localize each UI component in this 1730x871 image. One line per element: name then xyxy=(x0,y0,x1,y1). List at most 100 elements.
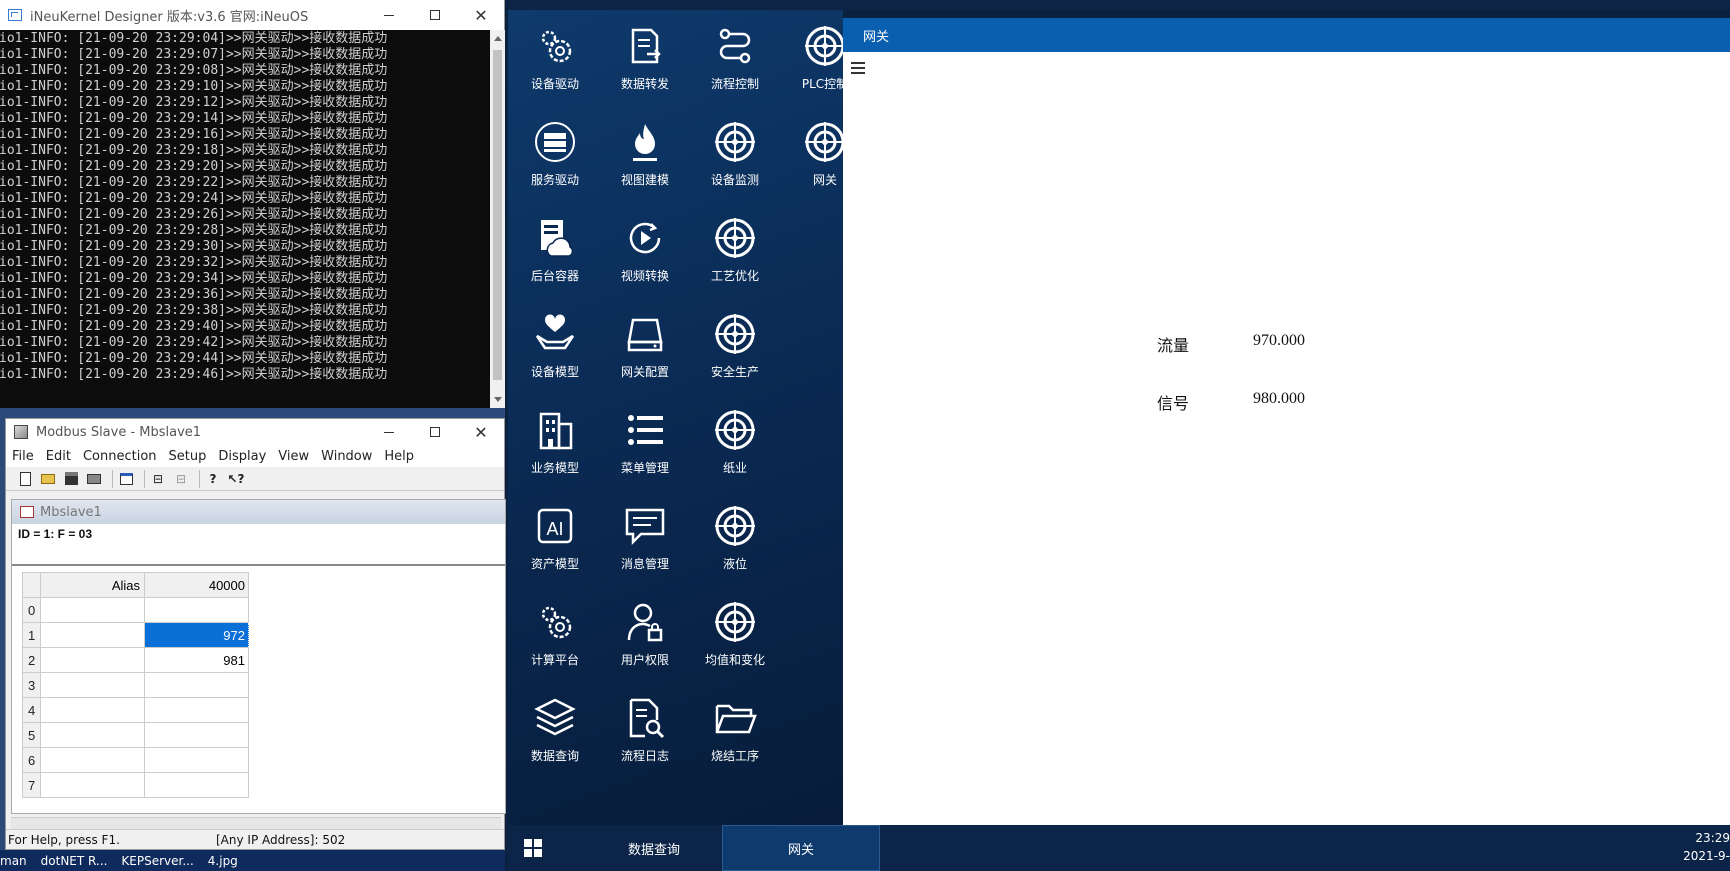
list-menu-icon[interactable] xyxy=(851,62,865,74)
taskbar-item[interactable]: dotNET R... xyxy=(41,854,108,868)
close-button[interactable]: ✕ xyxy=(458,0,504,30)
app-tile[interactable]: 消息管理 xyxy=(600,490,690,580)
console-line: io1-INFO: [21-09-20 23:29:32]>>网关驱动>>接收数… xyxy=(0,255,388,270)
app-tile-label: 服务驱动 xyxy=(530,173,579,187)
app-tile[interactable]: 液位 xyxy=(690,490,780,580)
menu-setup[interactable]: Setup xyxy=(169,449,207,464)
app-tile-label: PLC控制 xyxy=(801,77,849,91)
new-button[interactable] xyxy=(16,470,34,488)
modbus-horizontal-scrollbar[interactable] xyxy=(11,817,501,829)
app-tile[interactable]: 安全生产 xyxy=(690,298,780,388)
menu-connection[interactable]: Connection xyxy=(83,449,157,464)
value-cell[interactable] xyxy=(144,697,249,723)
alias-cell[interactable] xyxy=(40,597,145,623)
server-icon xyxy=(533,106,577,171)
value-cell[interactable] xyxy=(144,672,249,698)
modbus-titlebar[interactable]: Modbus Slave - Mbslave1 ✕ xyxy=(6,419,504,445)
value-cell[interactable] xyxy=(144,722,249,748)
value-cell[interactable]: 981 xyxy=(144,647,249,673)
minimize-button[interactable] xyxy=(366,0,412,30)
open-button[interactable] xyxy=(39,470,57,488)
radar-icon xyxy=(713,106,757,171)
console-scrollbar[interactable] xyxy=(490,30,505,408)
app-tile[interactable]: 流程控制 xyxy=(690,10,780,100)
taskbar-item-gateway[interactable]: 网关 xyxy=(722,825,880,871)
alias-cell[interactable] xyxy=(40,747,145,773)
windows-start-icon[interactable] xyxy=(524,839,542,857)
alias-cell[interactable] xyxy=(40,697,145,723)
menu-help[interactable]: Help xyxy=(384,449,414,464)
app-tile[interactable]: 业务模型 xyxy=(510,394,600,484)
app-launcher-panel: 设备驱动 数据转发 流程控制 PLC控制 服务驱动 视图建模 设备监测 网关 后台容器 视频转换 工… xyxy=(508,10,848,825)
taskbar-item[interactable]: man xyxy=(0,854,27,868)
toolbar-divider xyxy=(112,469,113,488)
menu-file[interactable]: File xyxy=(12,449,34,464)
mbslave-child-titlebar[interactable]: Mbslave1 xyxy=(12,500,505,524)
app-tile[interactable]: 服务驱动 xyxy=(510,106,600,196)
menu-edit[interactable]: Edit xyxy=(46,449,71,464)
app-tile-label: 工艺优化 xyxy=(710,269,759,283)
address-header[interactable]: 40000 xyxy=(144,572,249,598)
taskbar-item-data-query[interactable]: 数据查询 xyxy=(578,825,730,871)
app-tile[interactable]: 菜单管理 xyxy=(600,394,690,484)
app-tile-label: 数据查询 xyxy=(530,749,579,763)
modbus-maximize-button[interactable] xyxy=(412,419,458,445)
alias-cell[interactable] xyxy=(40,772,145,798)
app-tile[interactable]: AI 资产模型 xyxy=(510,490,600,580)
app-tile[interactable]: 流程日志 xyxy=(600,682,690,772)
modbus-minimize-button[interactable] xyxy=(366,419,412,445)
radar-icon xyxy=(803,106,847,171)
value-cell[interactable] xyxy=(144,597,249,623)
value-cell[interactable] xyxy=(144,772,249,798)
taskbar-item[interactable]: 4.jpg xyxy=(208,854,238,868)
alias-cell[interactable] xyxy=(40,672,145,698)
about-button[interactable]: ? xyxy=(204,470,222,488)
value-cell-selected[interactable]: 972 xyxy=(144,622,249,648)
app-tile[interactable]: 数据查询 xyxy=(510,682,600,772)
app-tile[interactable]: 设备监测 xyxy=(690,106,780,196)
app-tile-label: 视频转换 xyxy=(620,269,669,283)
value-cell[interactable] xyxy=(144,747,249,773)
app-tile[interactable]: 均值和变化 xyxy=(690,586,780,676)
alias-cell[interactable] xyxy=(40,622,145,648)
taskbar-item[interactable]: KEPServer... xyxy=(121,854,193,868)
app-tile[interactable]: 工艺优化 xyxy=(690,202,780,292)
disconnect-button[interactable]: ⊟ xyxy=(172,470,190,488)
flow-label: 流量 xyxy=(1157,338,1190,355)
app-tile[interactable]: 计算平台 xyxy=(510,586,600,676)
modbus-menubar: File Edit Connection Setup Display View … xyxy=(6,445,504,467)
app-tile[interactable]: 数据转发 xyxy=(600,10,690,100)
modbus-close-button[interactable]: ✕ xyxy=(458,419,504,445)
context-help-button[interactable]: ↖? xyxy=(227,470,245,488)
save-button[interactable] xyxy=(62,470,80,488)
app-tile[interactable]: 设备驱动 xyxy=(510,10,600,100)
alias-cell[interactable] xyxy=(40,722,145,748)
console-line: io1-INFO: [21-09-20 23:29:40]>>网关驱动>>接收数… xyxy=(0,319,388,334)
console-title: iNeuKernel Designer 版本:v3.6 官网:iNeuOS xyxy=(30,9,309,25)
window-button[interactable] xyxy=(117,470,135,488)
table-row: 3 xyxy=(22,672,249,698)
scroll-up-icon[interactable] xyxy=(494,36,502,41)
app-tile[interactable]: 纸业 xyxy=(690,394,780,484)
app-tile[interactable]: 网关配置 xyxy=(600,298,690,388)
view-header: 网关 xyxy=(843,18,1730,52)
app-tile[interactable]: 设备模型 xyxy=(510,298,600,388)
app-tile[interactable]: 后台容器 xyxy=(510,202,600,292)
print-button[interactable] xyxy=(85,470,103,488)
app-tile[interactable]: 视频转换 xyxy=(600,202,690,292)
scroll-thumb[interactable] xyxy=(493,50,502,380)
maximize-button[interactable] xyxy=(412,0,458,30)
console-line: io1-INFO: [21-09-20 23:29:44]>>网关驱动>>接收数… xyxy=(0,351,388,366)
menu-window[interactable]: Window xyxy=(321,449,372,464)
alias-header[interactable]: Alias xyxy=(40,572,145,598)
alias-cell[interactable] xyxy=(40,647,145,673)
menu-display[interactable]: Display xyxy=(218,449,266,464)
connect-button[interactable]: ⊟ xyxy=(149,470,167,488)
menu-view[interactable]: View xyxy=(278,449,309,464)
app-tile[interactable]: 用户权限 xyxy=(600,586,690,676)
app-tile[interactable]: 视图建模 xyxy=(600,106,690,196)
app-tile[interactable]: 烧结工序 xyxy=(690,682,780,772)
row-index: 4 xyxy=(22,697,41,723)
scroll-down-icon[interactable] xyxy=(494,397,502,402)
console-titlebar[interactable]: iNeuKernel Designer 版本:v3.6 官网:iNeuOS ✕ xyxy=(0,0,504,30)
